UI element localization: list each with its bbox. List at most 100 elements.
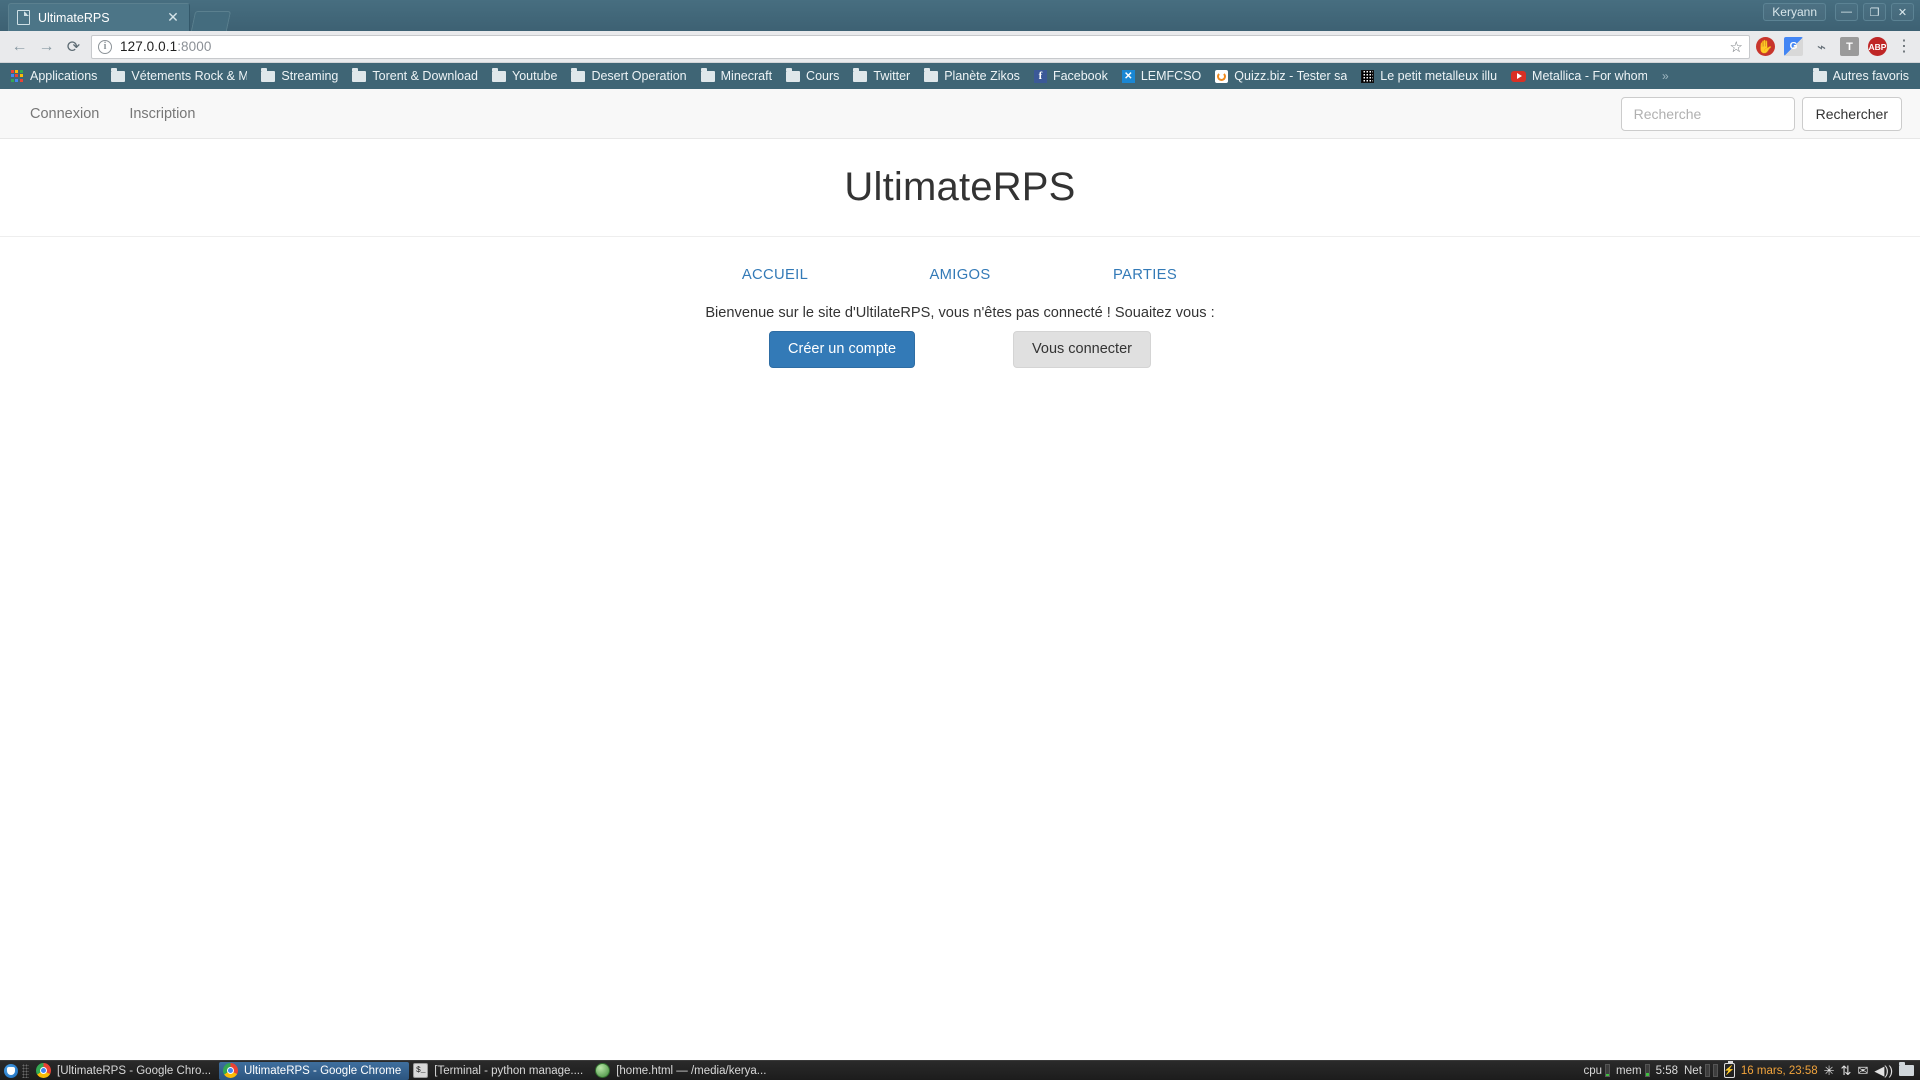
bookmark-streaming[interactable]: Streaming <box>254 65 345 87</box>
page-title: UltimateRPS <box>0 139 1920 236</box>
site-navbar: Connexion Inscription Rechercher <box>0 89 1920 139</box>
taskbar-item-label: [home.html — /media/kerya... <box>616 1065 766 1077</box>
bookmark-label: Applications <box>30 69 97 83</box>
folder-icon <box>786 71 800 82</box>
ghostery-icon[interactable]: ⌁ <box>1812 37 1831 56</box>
bookmark-label: Desert Operation <box>591 69 686 83</box>
tab-amigos[interactable]: AMIGOS <box>868 267 1053 283</box>
bookmark-torent-download[interactable]: Torent & Download <box>345 65 485 87</box>
bookmark-applications[interactable]: Applications <box>4 65 104 87</box>
taskbar-item-chrome-2[interactable]: UltimateRPS - Google Chrome <box>219 1062 409 1080</box>
bookmark-label: Streaming <box>281 69 338 83</box>
search-input[interactable] <box>1621 97 1795 131</box>
star-icon[interactable]: ☆ <box>1730 38 1743 56</box>
bookmark-facebook[interactable]: f Facebook <box>1027 65 1115 87</box>
tampermonkey-icon[interactable]: T <box>1840 37 1859 56</box>
bookmark-lemfcso[interactable]: ✕ LEMFCSO <box>1115 65 1208 87</box>
bookmark-desert-operation[interactable]: Desert Operation <box>564 65 693 87</box>
bookmark-label: Le petit metalleux illu <box>1380 69 1497 83</box>
url-port: :8000 <box>177 39 211 54</box>
bookmark-cours[interactable]: Cours <box>779 65 846 87</box>
x-blue-icon: ✕ <box>1122 70 1135 83</box>
url-host: 127.0.0.1 <box>120 39 177 54</box>
bluetooth-icon[interactable]: ✳ <box>1824 1064 1835 1077</box>
bookmark-autres-favoris[interactable]: Autres favoris <box>1806 65 1916 87</box>
create-account-button[interactable]: Créer un compte <box>769 331 915 368</box>
browser-tab-ultimaterps[interactable]: UltimateRPS ✕ <box>8 3 190 31</box>
cpu-label: cpu <box>1584 1065 1603 1077</box>
adblock-plus-icon[interactable]: ABP <box>1868 37 1887 56</box>
user-label[interactable]: Keryann <box>1763 3 1826 21</box>
bookmark-label: Twitter <box>873 69 910 83</box>
info-icon[interactable]: i <box>98 40 112 54</box>
folder-icon <box>571 71 585 82</box>
browser-toolbar: ← → ⟳ i 127.0.0.1:8000 ☆ ✋ G ⌁ T ABP ⋮ <box>0 31 1920 63</box>
files-icon[interactable] <box>1899 1065 1914 1076</box>
taskbar-item-label: [UltimateRPS - Google Chro... <box>57 1065 211 1077</box>
bookmark-minecraft[interactable]: Minecraft <box>694 65 779 87</box>
maximize-restore-button[interactable]: ❐ <box>1863 3 1886 21</box>
taskbar-item-label: UltimateRPS - Google Chrome <box>244 1065 401 1077</box>
tab-accueil[interactable]: ACCUEIL <box>683 267 868 283</box>
start-menu-icon[interactable] <box>0 1064 22 1078</box>
new-tab-button[interactable] <box>191 11 231 31</box>
volume-icon[interactable]: ◀)) <box>1874 1064 1893 1077</box>
bookmark-label: Quizz.biz - Tester sa <box>1234 69 1347 83</box>
folder-icon <box>111 71 125 82</box>
cpu-monitor[interactable]: cpu <box>1584 1064 1611 1077</box>
nav-link-connexion[interactable]: Connexion <box>15 106 114 122</box>
clock[interactable]: 16 mars, 23:58 <box>1741 1065 1818 1077</box>
network-updown-icon[interactable]: ⇅ <box>1841 1064 1852 1077</box>
bookmark-quizz-biz[interactable]: Quizz.biz - Tester sa <box>1208 65 1354 87</box>
net-bar-up <box>1705 1064 1710 1077</box>
qr-icon <box>1361 70 1374 83</box>
page-viewport: Connexion Inscription Rechercher Ultimat… <box>0 89 1920 1060</box>
close-icon[interactable]: ✕ <box>165 10 181 26</box>
taskbar-item-terminal[interactable]: $_ [Terminal - python manage.... <box>409 1062 591 1080</box>
bookmark-le-petit-metalleux[interactable]: Le petit metalleux illu <box>1354 65 1504 87</box>
bookmark-label: Torent & Download <box>372 69 478 83</box>
network-monitor[interactable]: Net <box>1684 1064 1718 1077</box>
bookmark-label: LEMFCSO <box>1141 69 1201 83</box>
nav-link-inscription[interactable]: Inscription <box>114 106 210 122</box>
mail-icon[interactable]: ✉ <box>1857 1064 1868 1077</box>
forward-icon[interactable]: → <box>33 33 60 60</box>
reload-icon[interactable]: ⟳ <box>60 33 87 60</box>
adblock-icon[interactable]: ✋ <box>1756 37 1775 56</box>
bookmark-youtube[interactable]: Youtube <box>485 65 564 87</box>
folder-icon <box>853 71 867 82</box>
google-translate-icon[interactable]: G <box>1784 37 1803 56</box>
site-nav-links: Connexion Inscription <box>15 106 210 122</box>
memory-monitor[interactable]: mem <box>1616 1064 1650 1077</box>
taskbar-handle[interactable] <box>22 1064 29 1078</box>
bookmarks-overflow-icon[interactable]: » <box>1654 69 1677 83</box>
chrome-menu-icon[interactable]: ⋮ <box>1896 42 1912 52</box>
folder-icon <box>492 71 506 82</box>
folder-icon <box>1813 71 1827 82</box>
window-controls: Keryann — ❐ ✕ <box>1763 3 1914 21</box>
address-bar[interactable]: i 127.0.0.1:8000 ☆ <box>91 35 1750 59</box>
login-button[interactable]: Vous connecter <box>1013 331 1151 368</box>
chrome-icon <box>36 1063 51 1078</box>
search-button[interactable]: Rechercher <box>1802 97 1902 131</box>
bookmark-vetements-rock[interactable]: Vétements Rock & M <box>104 65 254 87</box>
taskbar-item-chrome-1[interactable]: [UltimateRPS - Google Chro... <box>32 1062 219 1080</box>
bookmark-twitter[interactable]: Twitter <box>846 65 917 87</box>
page-icon <box>17 10 30 25</box>
back-icon[interactable]: ← <box>6 33 33 60</box>
welcome-message: Bienvenue sur le site d'UltilateRPS, vou… <box>0 305 1920 321</box>
bookmark-label: Youtube <box>512 69 557 83</box>
extension-icons: ✋ G ⌁ T ABP ⋮ <box>1756 37 1914 56</box>
bookmark-metallica[interactable]: Metallica - For whom <box>1504 65 1654 87</box>
bookmark-label: Facebook <box>1053 69 1108 83</box>
folder-icon <box>261 71 275 82</box>
close-window-button[interactable]: ✕ <box>1891 3 1914 21</box>
minimize-button[interactable]: — <box>1835 3 1858 21</box>
tab-parties[interactable]: PARTIES <box>1053 267 1238 283</box>
apps-grid-icon <box>11 70 24 82</box>
taskbar-item-gedit[interactable]: [home.html — /media/kerya... <box>591 1062 774 1080</box>
battery-icon[interactable]: ⚡ <box>1724 1063 1735 1078</box>
bookmark-planete-zikos[interactable]: Planète Zikos <box>917 65 1027 87</box>
chrome-icon <box>223 1063 238 1078</box>
mem-label: mem <box>1616 1065 1642 1077</box>
